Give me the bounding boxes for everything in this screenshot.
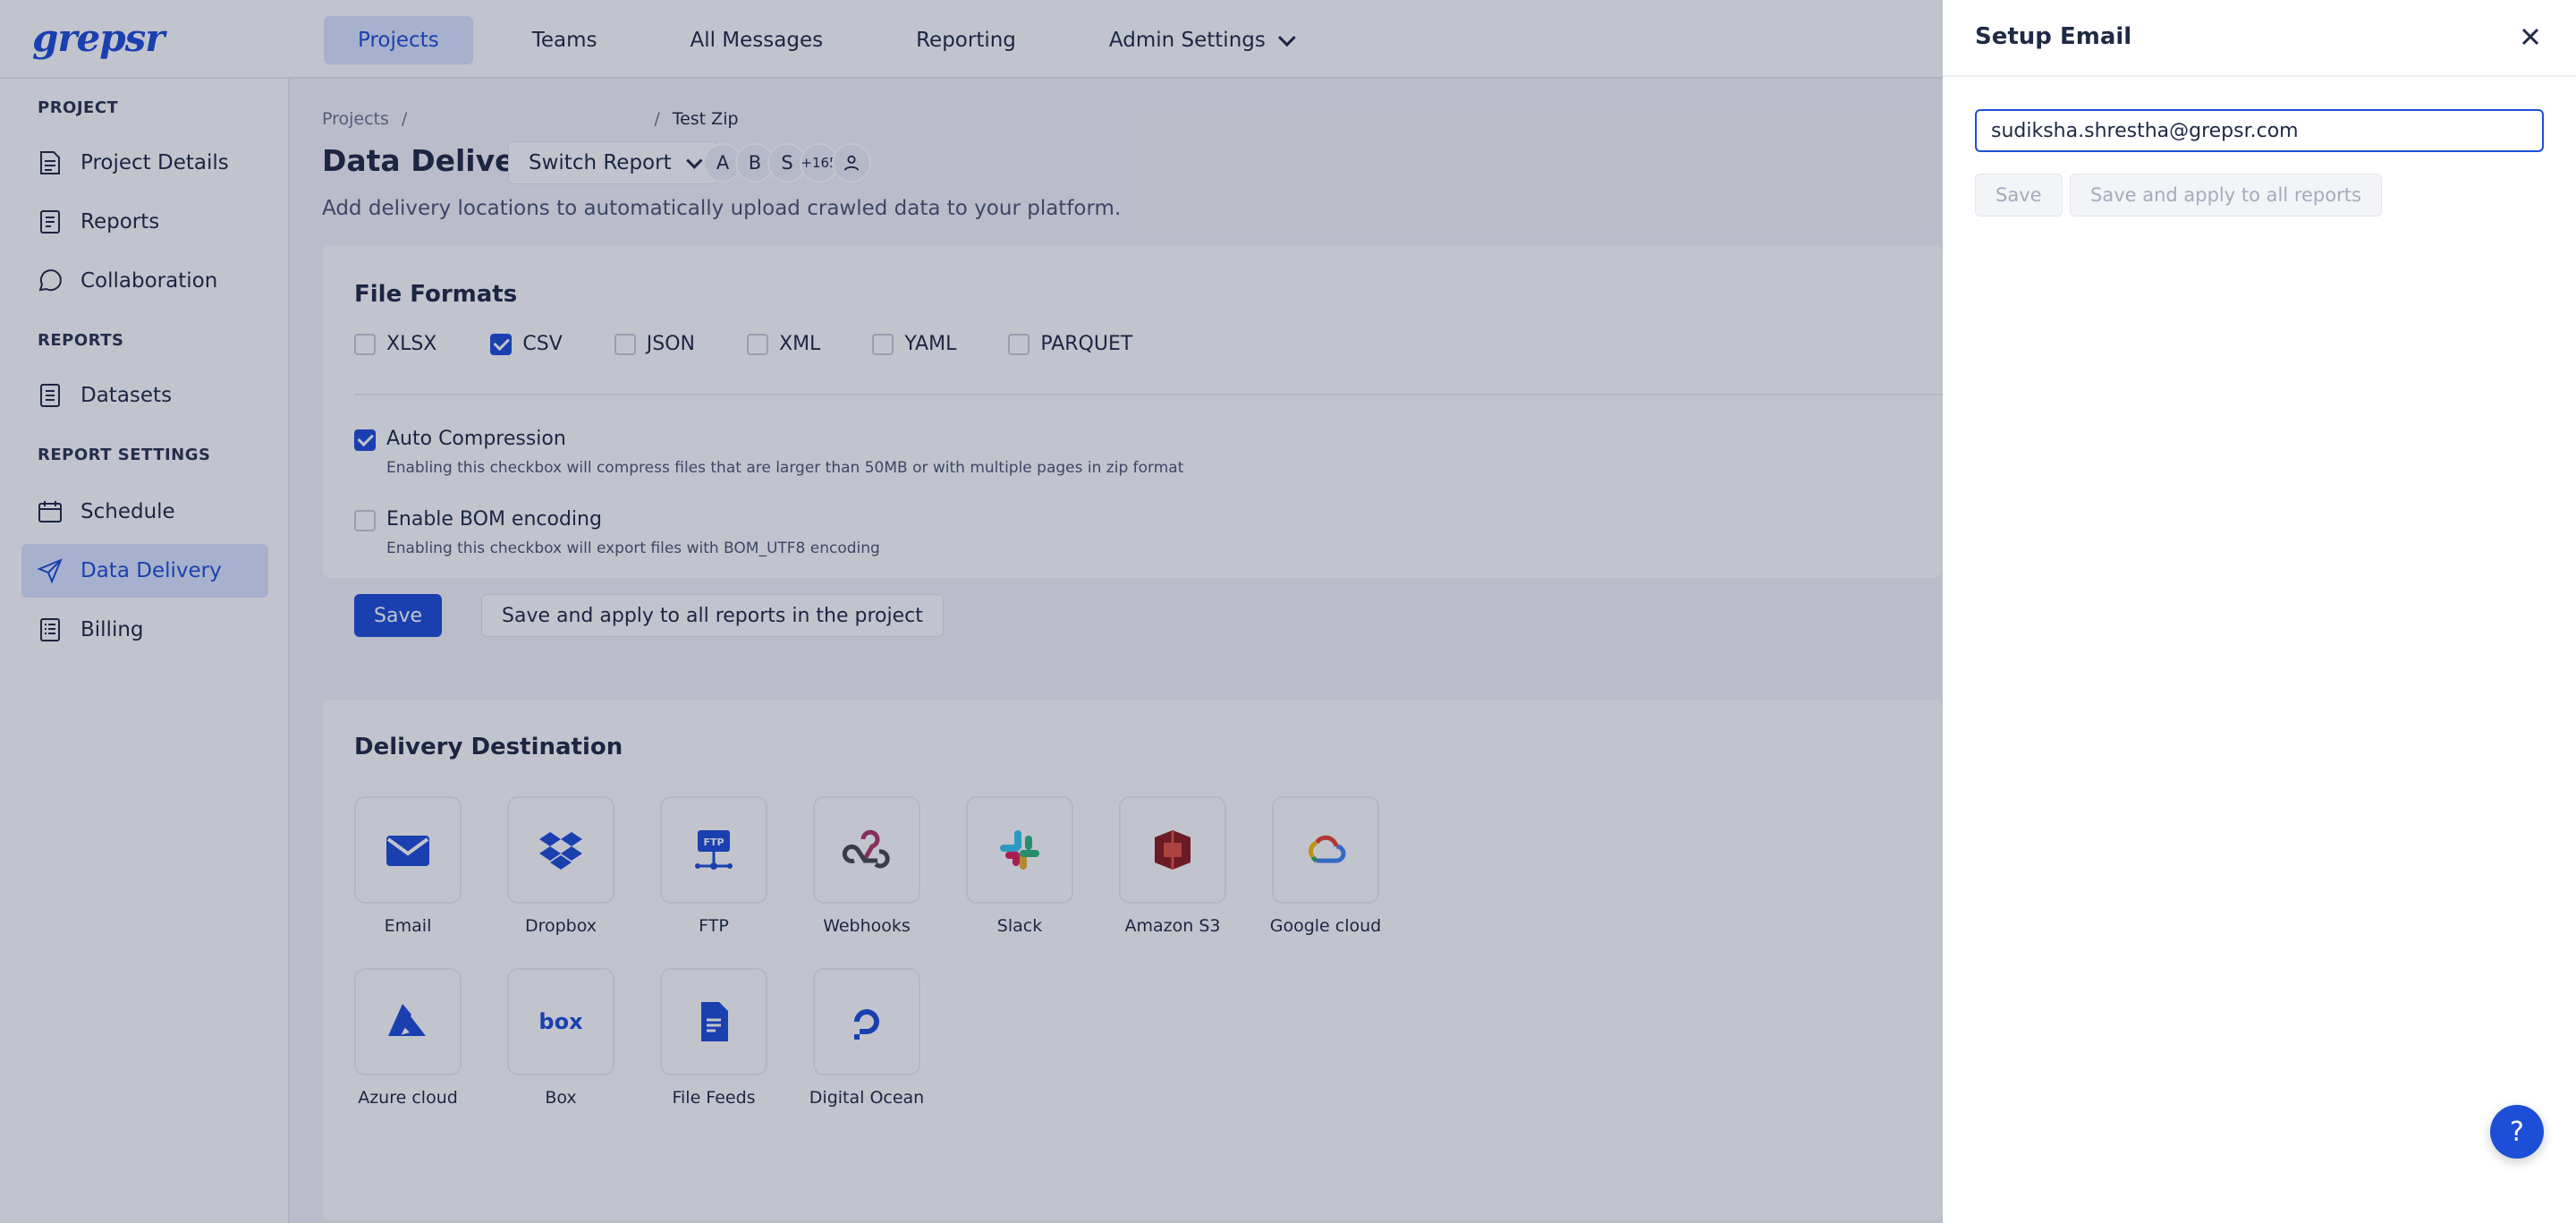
drawer-save-button[interactable]: Save	[1975, 174, 2063, 217]
modal-backdrop[interactable]	[0, 0, 1943, 1223]
drawer-save-all-button[interactable]: Save and apply to all reports	[2070, 174, 2382, 217]
divider	[1943, 75, 2576, 77]
close-icon[interactable]	[2517, 23, 2544, 50]
email-field[interactable]	[1975, 109, 2544, 152]
help-button[interactable]: ?	[2490, 1105, 2544, 1159]
drawer-title: Setup Email	[1975, 23, 2132, 50]
setup-email-drawer: Setup Email Save Save and apply to all r…	[1943, 0, 2576, 1223]
